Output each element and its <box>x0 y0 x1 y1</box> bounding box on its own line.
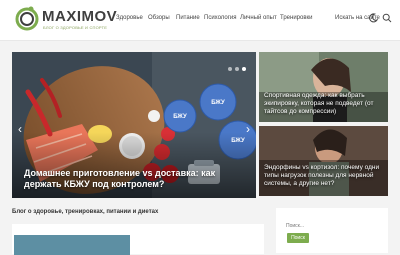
post-card-title: Эндорфины vs кортизол: почему одни типы … <box>264 164 380 187</box>
nav-item-nutrition[interactable]: Питание <box>176 15 200 21</box>
slider-badge: БЖУ <box>211 100 225 106</box>
chevron-left-icon[interactable]: ‹ <box>18 122 22 136</box>
site-header: MAXIMOV БЛОГ О ЗДОРОВЬЕ И СПОРТЕ Здоровь… <box>0 0 400 41</box>
slider-dots <box>225 58 246 76</box>
slider-badge: БЖУ <box>173 114 187 120</box>
section-title: Блог о здоровье, тренировках, питании и … <box>12 209 159 215</box>
slider-dot[interactable] <box>242 67 246 71</box>
search-icon[interactable] <box>382 13 392 23</box>
logo-icon[interactable] <box>14 5 40 33</box>
logo-text[interactable]: MAXIMOV <box>42 8 117 25</box>
post-card[interactable]: Эндорфины vs кортизол: почему одни типы … <box>259 126 388 196</box>
nav-item-workouts[interactable]: Тренировки <box>280 15 313 21</box>
sidebar-search-widget <box>276 208 388 253</box>
search-button[interactable]: Поиск <box>287 233 309 243</box>
nav-item-reviews[interactable]: Обзоры <box>148 15 170 21</box>
featured-slider[interactable]: БЖУ БЖУ БЖУ ‹ › Домашнее приготовление v… <box>12 52 256 198</box>
slider-badge: БЖУ <box>231 138 245 144</box>
logo-tagline: БЛОГ О ЗДОРОВЬЕ И СПОРТЕ <box>43 25 108 30</box>
nav-item-psychology[interactable]: Психология <box>204 15 237 21</box>
post-card[interactable]: Спортивная одежда: как выбрать экипировк… <box>259 52 388 122</box>
moon-icon[interactable] <box>368 13 378 23</box>
slide-caption[interactable]: Домашнее приготовление vs доставка: как … <box>24 168 244 190</box>
slider-dot[interactable] <box>228 67 232 71</box>
post-card-title: Спортивная одежда: как выбрать экипировк… <box>264 92 374 115</box>
slider-dot[interactable] <box>235 67 239 71</box>
nav-item-health[interactable]: Здоровье <box>116 15 143 21</box>
post-thumbnail[interactable] <box>14 235 130 255</box>
search-input[interactable] <box>286 222 350 230</box>
chevron-right-icon[interactable]: › <box>246 122 250 136</box>
nav-item-personal[interactable]: Личный опыт <box>240 15 277 21</box>
